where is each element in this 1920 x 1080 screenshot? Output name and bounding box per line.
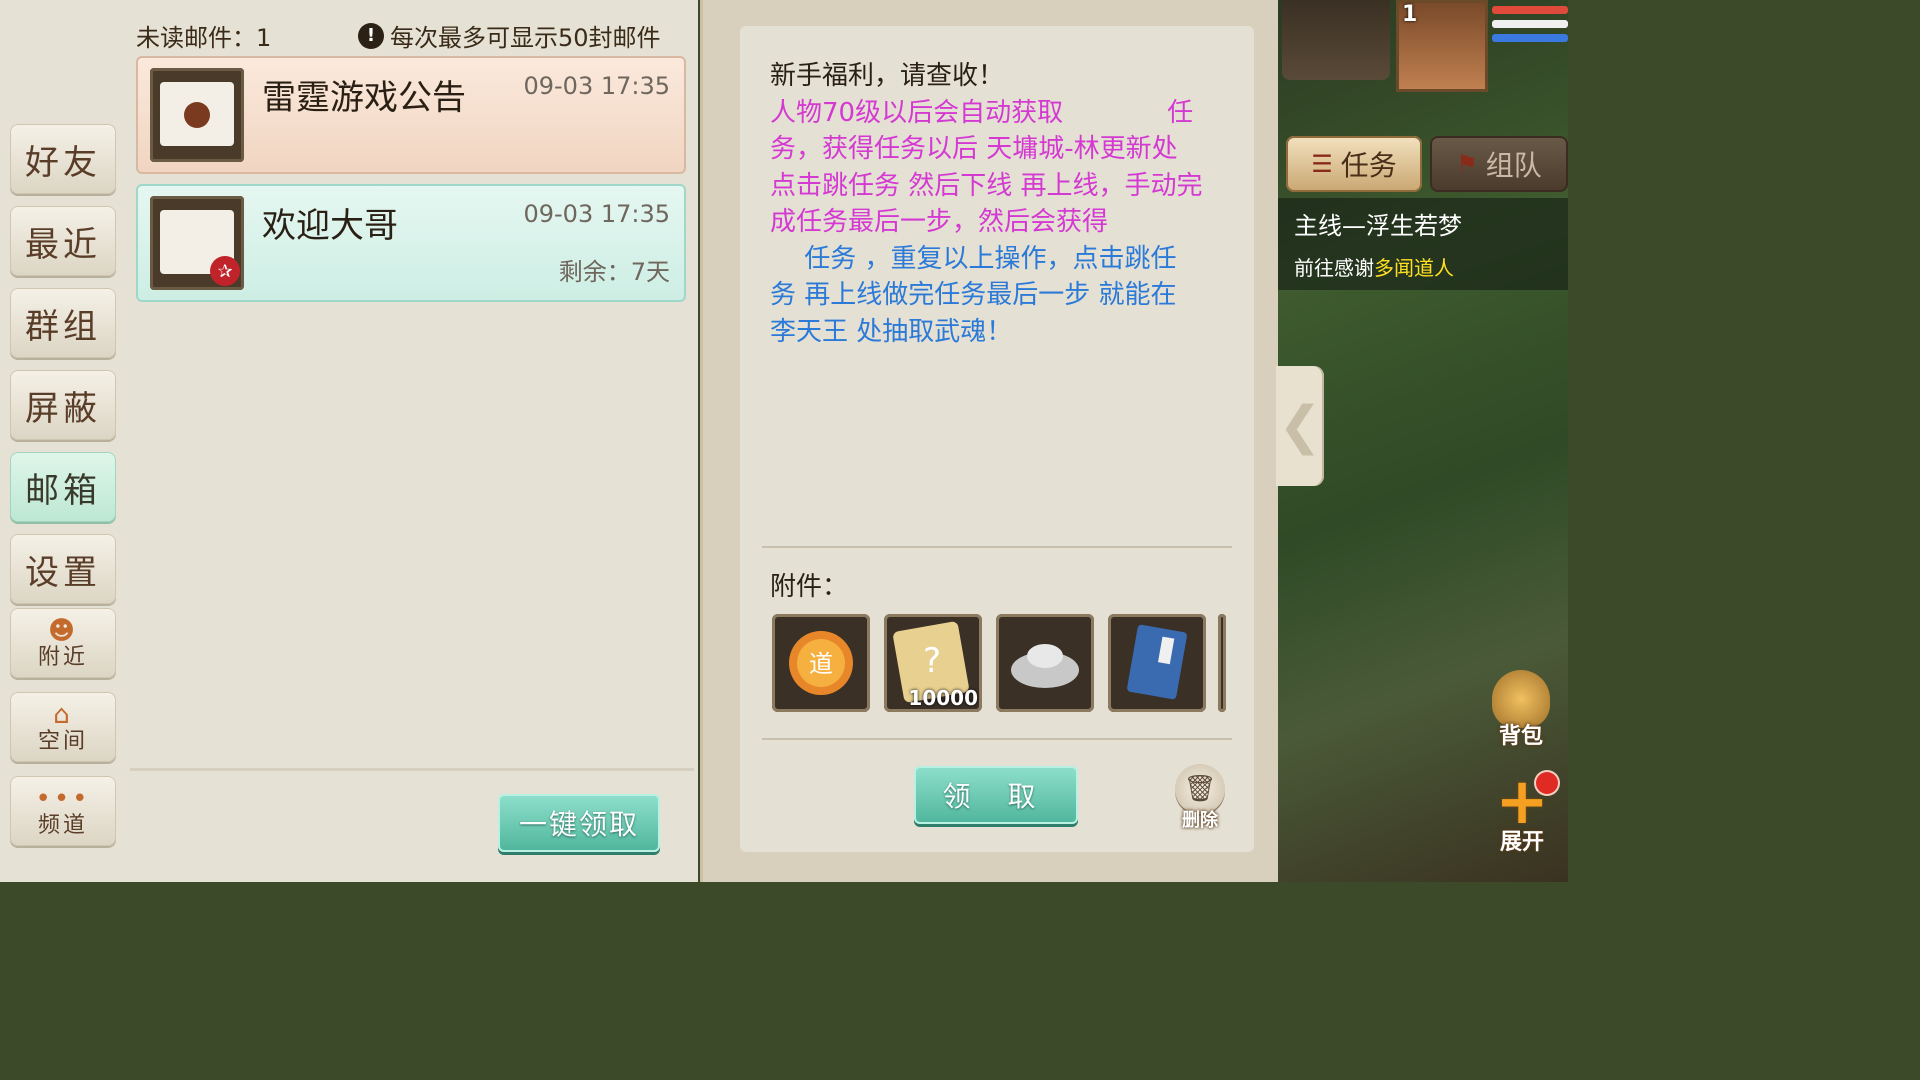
nav-mailbox-button[interactable]: 邮箱 [10, 452, 116, 522]
tab-task[interactable]: ☰ 任务 [1286, 136, 1422, 192]
nav-settings-button[interactable]: 设置 [10, 534, 116, 604]
flag-icon: ⚑ [1456, 150, 1478, 178]
tab-team-label: 组队 [1485, 149, 1542, 182]
bag-label: 背包 [1498, 724, 1543, 749]
bag-button[interactable]: 背包 [1482, 670, 1560, 756]
mail-body: 新手福利，请查收！ 人物70级以后会自动获取 任 务，获得任务以后 天墉城-林更… [770, 58, 1230, 350]
chat-bubble-icon: ••• [35, 784, 91, 814]
silver-ingot-icon [1011, 644, 1079, 688]
mail-body-line: 李天王 处抽取武魂！ [770, 316, 1013, 347]
unread-count-label: 未读邮件：1 [136, 24, 272, 52]
attachments-label: 附件： [770, 572, 849, 602]
minimap-frame [1282, 0, 1390, 80]
collapse-panel-button[interactable]: ❮ [1276, 366, 1324, 486]
mail-body-line: 成任务最后一步，然后会获得 [770, 207, 1109, 237]
content-divider [762, 738, 1232, 740]
delete-label: 删除 [1182, 810, 1218, 831]
home-icon: ⌂ [53, 700, 73, 730]
mail-body-line: 点击跳任务 然后下线 再上线，手动完 [770, 170, 1203, 201]
exclamation-icon: ! [358, 22, 384, 49]
quest-description: 前往感谢多闻道人 [1294, 252, 1454, 281]
hp-bar [1492, 6, 1568, 14]
svg-text:道: 道 [809, 650, 833, 678]
mail-item-announcement[interactable]: 雷霆游戏公告 09-03 17:35 [136, 56, 686, 174]
paperclip-icon: ✰ [210, 256, 240, 286]
mail-item-welcome[interactable]: ✰ 欢迎大哥 09-03 17:35 剩余：7天 [136, 184, 686, 302]
attachment-overflow-hint [1218, 614, 1226, 712]
nav-blocked-button[interactable]: 屏蔽 [10, 370, 116, 440]
mail-title: 欢迎大哥 [262, 206, 398, 246]
delete-button[interactable]: 🗑 删除 [1170, 764, 1230, 834]
mp-bar [1492, 34, 1568, 42]
attachment-mystery-card[interactable]: ? 10000 [884, 614, 982, 712]
nav-recent-button[interactable]: 最近 [10, 206, 116, 276]
chevron-left-icon: ❮ [1278, 396, 1322, 456]
player-level: 1 [1402, 2, 1418, 27]
tab-team[interactable]: ⚑ 组队 [1430, 136, 1568, 192]
player-status-bars [1492, 6, 1568, 46]
mail-body-line: 任务 ，重复以上操作，点击跳任 [770, 243, 1177, 274]
nav-channel-button[interactable]: ••• 频道 [10, 776, 116, 846]
attachment-dao-coin[interactable]: 道 [772, 614, 870, 712]
nav-space-label: 空间 [37, 729, 88, 754]
mail-greeting: 新手福利，请查收！ [770, 61, 1005, 91]
list-divider [130, 768, 694, 771]
nav-nearby-label: 附近 [37, 645, 88, 670]
attachment-silver-ingot[interactable] [996, 614, 1094, 712]
mail-time: 09-03 17:35 [523, 72, 670, 100]
attachment-skill-book[interactable] [1108, 614, 1206, 712]
mail-limit-note: ! 每次最多可显示50封邮件 [358, 18, 661, 53]
mail-body-line: 人物70级以后会自动获取 任 [770, 97, 1194, 128]
letter-attachment-icon: ✰ [150, 196, 244, 290]
mail-body-line: 务，获得任务以后 天墉城-林更新处 [770, 134, 1178, 164]
add-person-icon: ☻ [47, 616, 79, 646]
mail-time: 09-03 17:35 [523, 200, 670, 228]
divider-bar [1492, 20, 1568, 28]
mail-remaining-days: 剩余：7天 [558, 258, 670, 286]
content-divider [762, 546, 1232, 548]
quest-npc-link[interactable]: 多闻道人 [1374, 256, 1454, 280]
sealed-envelope-icon [150, 68, 244, 162]
claim-button[interactable]: 领 取 [914, 766, 1078, 824]
quest-title: 主线—浮生若梦 [1294, 212, 1462, 240]
dao-coin-icon: 道 [789, 631, 853, 695]
mail-title: 雷霆游戏公告 [262, 78, 466, 118]
notification-dot [1536, 772, 1558, 794]
attachment-count: 10000 [908, 686, 978, 710]
tab-task-label: 任务 [1340, 149, 1397, 182]
nav-channel-label: 频道 [37, 813, 88, 838]
side-nav: 好友 最近 群组 屏蔽 邮箱 设置 ☻ 附近 ⌂ 空间 ••• 频道 [10, 122, 118, 862]
mail-limit-text: 每次最多可显示50封邮件 [390, 24, 661, 52]
scroll-icon: ☰ [1311, 150, 1333, 178]
svg-text:?: ? [923, 641, 941, 681]
mail-body-line: 务 再上线做完任务最后一步 就能在 [770, 280, 1177, 310]
claim-all-button[interactable]: 一键领取 [498, 794, 660, 852]
nav-nearby-button[interactable]: ☻ 附近 [10, 608, 116, 678]
skill-book-icon [1127, 624, 1187, 700]
nav-groups-button[interactable]: 群组 [10, 288, 116, 358]
nav-space-button[interactable]: ⌂ 空间 [10, 692, 116, 762]
expand-label: 展开 [1499, 830, 1544, 855]
nav-friends-button[interactable]: 好友 [10, 124, 116, 194]
quest-desc-prefix: 前往感谢 [1294, 256, 1374, 280]
